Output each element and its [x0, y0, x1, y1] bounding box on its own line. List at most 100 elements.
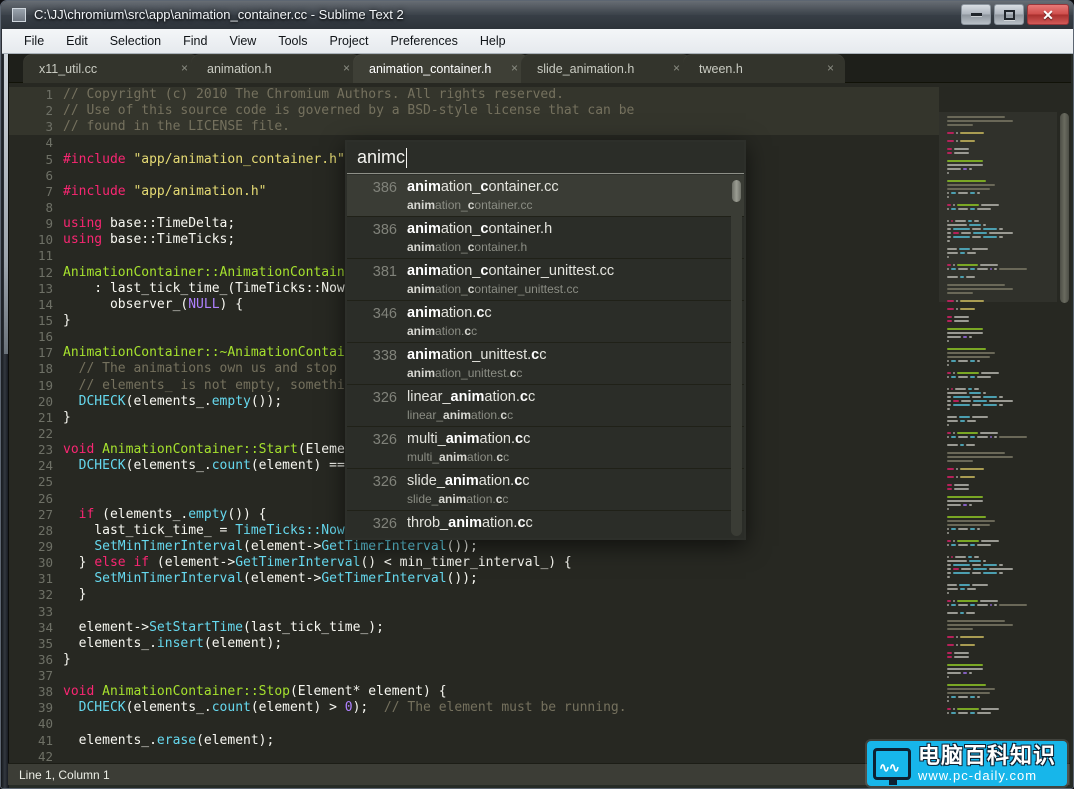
minimap-line-segment — [951, 376, 957, 378]
tab-tween-h[interactable]: tween.h × — [683, 54, 845, 83]
line-number: 38 — [37, 684, 53, 700]
editor-vertical-scrollbar[interactable] — [1060, 113, 1069, 768]
palette-query-text: animc — [357, 147, 406, 167]
minimap-line-segment — [947, 364, 949, 366]
line-number: 36 — [37, 651, 53, 667]
close-button[interactable]: ✕ — [1027, 4, 1069, 25]
minimap-line-segment — [958, 208, 969, 210]
tab-close-icon[interactable]: × — [827, 62, 834, 74]
minimap-line-segment — [970, 376, 975, 378]
tab-close-icon[interactable]: × — [343, 62, 350, 74]
minimap-line-segment — [947, 396, 951, 398]
minimap-line-segment — [976, 528, 981, 530]
code-text: element->SetStartTime(last_tick_time_); — [63, 619, 384, 635]
minimap-line-segment — [947, 496, 983, 498]
palette-results-list[interactable]: 386 animation_container.cc animation_conta… — [347, 175, 744, 538]
palette-result-row[interactable]: 326 throb_animation.cc — [347, 511, 744, 538]
code-line[interactable]: 29 SetMinTimerInterval(element->GetTimer… — [9, 539, 939, 555]
tab-close-icon[interactable]: × — [181, 62, 188, 74]
code-line[interactable]: 30 } else if (element->GetTimerInterval(… — [9, 555, 939, 571]
editor-scrollbar-thumb[interactable] — [1060, 113, 1069, 303]
menu-item-find[interactable]: Find — [173, 31, 217, 51]
palette-result-row[interactable]: 326 slide_animation.cc slide_animation.cc — [347, 469, 744, 511]
code-line[interactable]: 39 DCHECK(elements_.count(element) > 0);… — [9, 700, 939, 716]
tab-animation-h[interactable]: animation.h × — [191, 54, 361, 83]
title-bar[interactable]: C:\JJ\chromium\src\app\animation_contain… — [1, 1, 1073, 29]
minimap-line-segment — [947, 168, 962, 170]
close-icon: ✕ — [1042, 6, 1054, 23]
maximize-icon — [1003, 9, 1015, 20]
code-line[interactable]: 32 } — [9, 587, 939, 603]
minimap-line-segment — [960, 636, 985, 638]
palette-result-row[interactable]: 386 animation_container.h animation_contai… — [347, 217, 744, 259]
tab-slide-animation-h[interactable]: slide_animation.h × — [521, 54, 691, 83]
minimap-line-segment — [951, 556, 953, 558]
minimap-line-segment — [947, 508, 949, 510]
palette-scrollbar-thumb[interactable] — [732, 180, 741, 202]
code-line[interactable]: 35 elements_.insert(element); — [9, 636, 939, 652]
minimap-line-segment — [958, 528, 969, 530]
code-line[interactable]: 37 — [9, 668, 939, 684]
line-number: 4 — [45, 135, 53, 151]
palette-scrollbar[interactable] — [731, 178, 742, 536]
line-number: 1 — [45, 87, 53, 102]
minimap-line-segment — [956, 204, 980, 206]
minimap-line-segment — [947, 676, 949, 678]
code-line[interactable]: 33 — [9, 604, 939, 620]
menu-item-view[interactable]: View — [219, 31, 266, 51]
palette-result-row[interactable]: 326 linear_animation.cc linear_animation.c… — [347, 385, 744, 427]
menu-item-preferences[interactable]: Preferences — [380, 31, 467, 51]
minimap-line-segment — [982, 228, 998, 230]
code-line[interactable]: 1 // Copyright (c) 2010 The Chromium Auth… — [9, 87, 939, 104]
code-line[interactable]: 36} — [9, 652, 939, 668]
maximize-button[interactable] — [994, 4, 1024, 25]
minimap-line-segment — [947, 708, 951, 710]
result-title: animation_container.cc — [407, 179, 559, 195]
palette-result-row[interactable]: 386 animation_container.cc animation_conta… — [347, 175, 744, 217]
tab-animation-container-h[interactable]: animation_container.h × — [353, 54, 529, 83]
minimize-button[interactable] — [961, 4, 991, 25]
menu-item-project[interactable]: Project — [320, 31, 379, 51]
tab-label: animation_container.h — [369, 61, 492, 76]
tab-x11-util-cc[interactable]: x11_util.cc × — [23, 54, 199, 83]
quick-open-palette[interactable]: animc 386 animation_container.cc animation… — [345, 140, 746, 540]
minimap-line-segment — [972, 232, 988, 234]
code-line[interactable]: 41 elements_.erase(element); — [9, 733, 939, 749]
minimap-line-segment — [947, 540, 951, 542]
menu-item-tools[interactable]: Tools — [268, 31, 317, 51]
code-text: SetMinTimerInterval(element->GetTimerInt… — [94, 571, 478, 587]
menu-item-edit[interactable]: Edit — [56, 31, 98, 51]
minimap-line-segment — [947, 180, 986, 182]
minimap-line-segment — [947, 288, 1013, 290]
code-text: elements_.erase(element); — [63, 732, 275, 748]
palette-result-row[interactable]: 338 animation_unittest.cc animation_unitte… — [347, 343, 744, 385]
result-title: animation_container_unittest.cc — [407, 263, 615, 279]
palette-result-row[interactable]: 346 animation.cc animation.cc — [347, 301, 744, 343]
palette-result-row[interactable]: 381 animation_container_unittest.cc animat… — [347, 259, 744, 301]
minimap-line-segment — [956, 372, 980, 374]
minimap-line-segment — [974, 220, 979, 222]
line-number: 17 — [37, 345, 53, 361]
tab-close-icon[interactable]: × — [673, 62, 680, 74]
line-number: 23 — [37, 442, 53, 458]
editor-pane: x11_util.cc × animation.h × animation_contai… — [8, 54, 1071, 785]
minimap-line-segment — [958, 360, 969, 362]
code-line[interactable]: 3 // found in the LICENSE file. — [9, 119, 939, 136]
minimap-line-segment — [947, 628, 974, 630]
menu-item-file[interactable]: File — [14, 31, 54, 51]
code-line[interactable]: 40 — [9, 716, 939, 732]
minimap-line-segment — [983, 392, 987, 394]
line-number: 31 — [37, 571, 53, 587]
code-line[interactable]: 2 // Use of this source code is governed … — [9, 103, 939, 120]
menu-item-selection[interactable]: Selection — [100, 31, 171, 51]
code-line[interactable]: 34 element->SetStartTime(last_tick_time_… — [9, 620, 939, 636]
palette-search-input[interactable]: animc — [347, 142, 744, 174]
palette-result-row[interactable]: 326 multi_animation.cc multi_animation.cc — [347, 427, 744, 469]
code-line[interactable]: 38 void AnimationContainer::Stop(Element*… — [9, 684, 939, 700]
tab-close-icon[interactable]: × — [511, 62, 518, 74]
code-line[interactable]: 31 SetMinTimerInterval(element->GetTimer… — [9, 571, 939, 587]
minimap-line-segment — [956, 476, 959, 478]
minimap-line-segment — [960, 476, 976, 478]
menu-item-help[interactable]: Help — [470, 31, 516, 51]
minimap[interactable] — [939, 112, 1057, 768]
